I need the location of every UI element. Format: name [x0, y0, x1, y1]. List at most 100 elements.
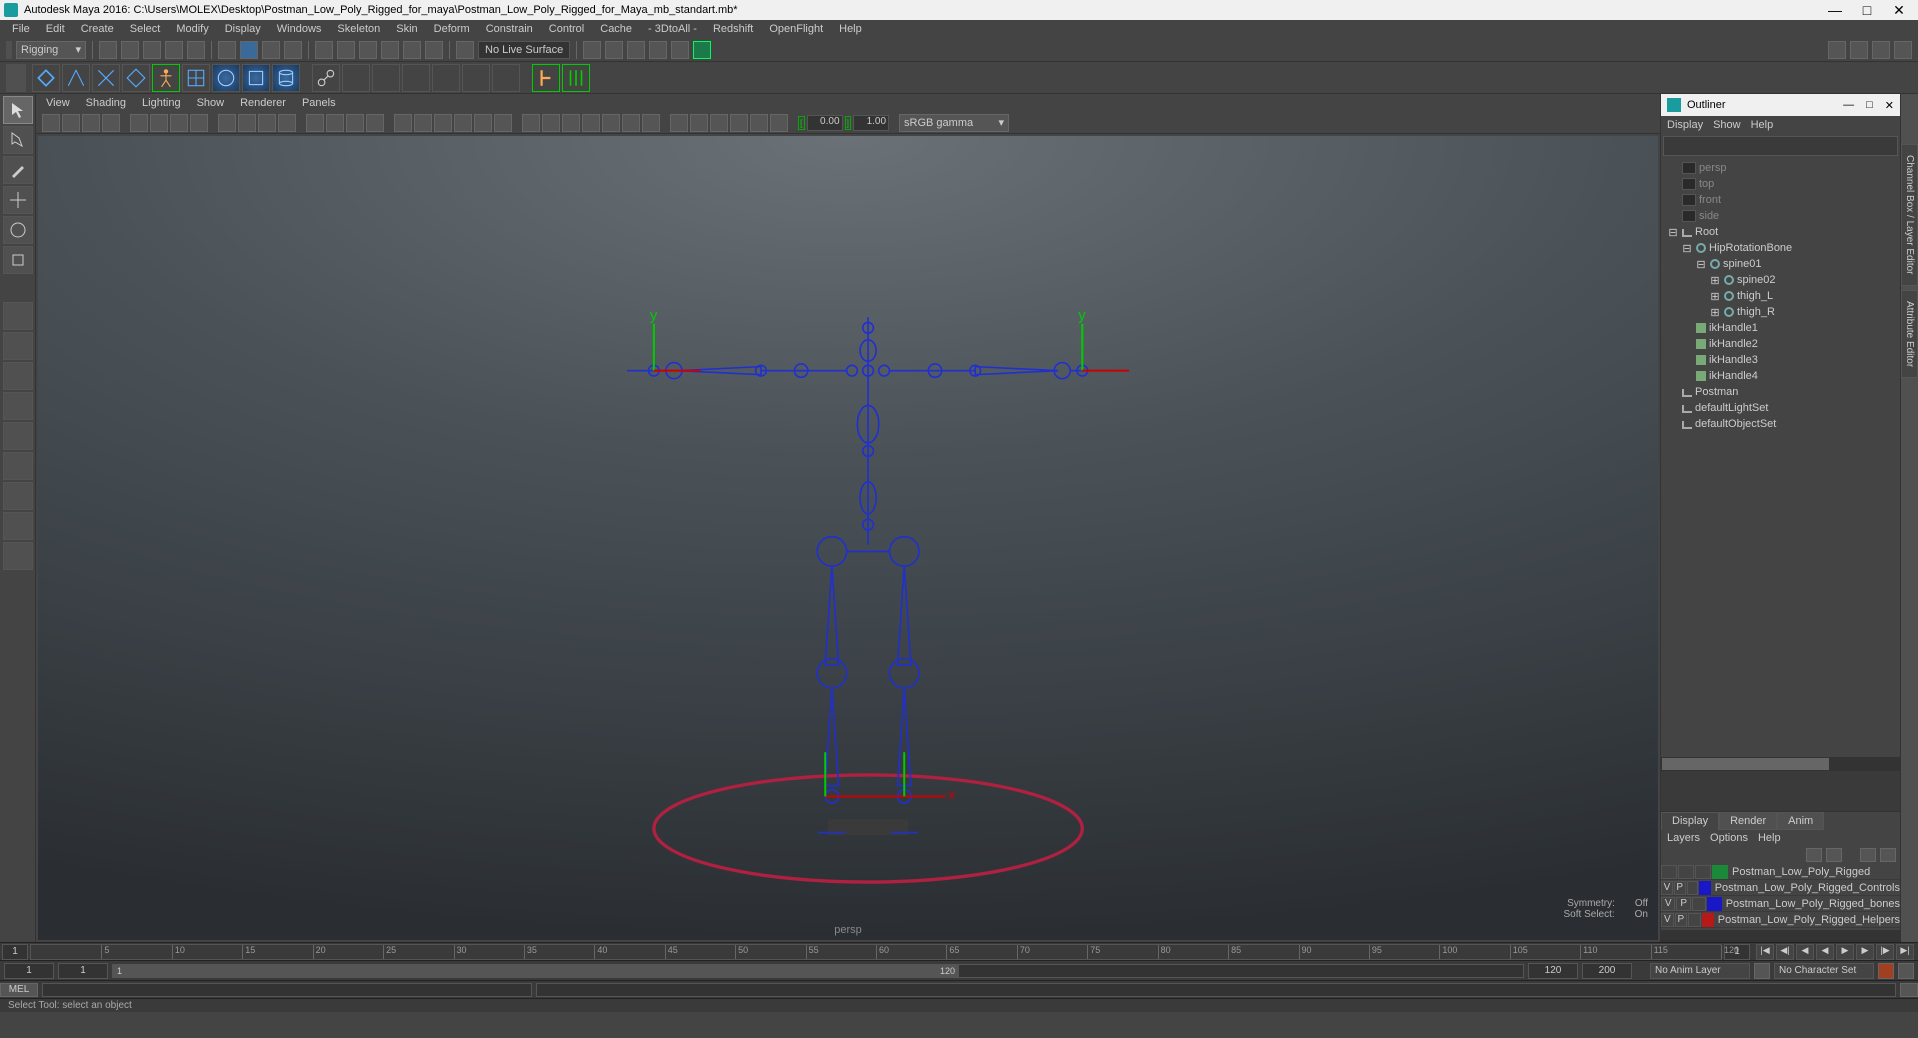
vp-icon[interactable]	[346, 114, 364, 132]
time-slider[interactable]: 1 51015202530354045505560657075808590951…	[0, 942, 1918, 960]
select-mask2-icon[interactable]	[284, 41, 302, 59]
playblast-icon[interactable]	[693, 41, 711, 59]
vp-icon[interactable]	[366, 114, 384, 132]
outliner-node[interactable]: ⊞spine02	[1661, 272, 1900, 288]
shelf-icon-1[interactable]	[32, 64, 60, 92]
expand-toggle[interactable]: ⊞	[1709, 306, 1721, 319]
toggle-channelbox-icon[interactable]	[1828, 41, 1846, 59]
maximize-button[interactable]: □	[1860, 3, 1874, 17]
new-scene-icon[interactable]	[99, 41, 117, 59]
outliner-max-button[interactable]: □	[1866, 99, 1873, 112]
vp-icon[interactable]	[278, 114, 296, 132]
layer-tab-render[interactable]: Render	[1719, 812, 1777, 830]
toggle-attr-editor-icon[interactable]	[1850, 41, 1868, 59]
lasso-tool[interactable]	[3, 126, 33, 154]
range-out-field[interactable]: 120	[1528, 963, 1578, 979]
shelf-blend-icon[interactable]	[432, 64, 460, 92]
menu-edit[interactable]: Edit	[40, 21, 71, 37]
outliner-node[interactable]: ikHandle3	[1661, 352, 1900, 368]
layer-row[interactable]: Postman_Low_Poly_Rigged	[1661, 864, 1900, 880]
layer-move-down-icon[interactable]	[1826, 848, 1842, 862]
time-ruler[interactable]: 5101520253035404550556065707580859095100…	[30, 944, 1722, 960]
layer-vis-toggle[interactable]	[1661, 865, 1677, 879]
side-tab[interactable]: Attribute Editor	[1901, 290, 1918, 378]
snap-curve-icon[interactable]	[337, 41, 355, 59]
layer-new-selected-icon[interactable]	[1880, 848, 1896, 862]
snap-plane-icon[interactable]	[381, 41, 399, 59]
script-language-toggle[interactable]: MEL	[0, 983, 38, 997]
outliner-close-button[interactable]: ✕	[1885, 99, 1894, 112]
menu-skeleton[interactable]: Skeleton	[331, 21, 386, 37]
layout-two-v-icon[interactable]	[3, 392, 33, 420]
shelf-sphere-icon[interactable]	[212, 64, 240, 92]
vp-icon[interactable]	[218, 114, 236, 132]
vp-icon[interactable]	[414, 114, 432, 132]
menu-help[interactable]: Help	[833, 21, 868, 37]
render-view-icon[interactable]	[671, 41, 689, 59]
range-track[interactable]: 1120	[112, 964, 1524, 978]
menu-constrain[interactable]: Constrain	[480, 21, 539, 37]
panel-menu-lighting[interactable]: Lighting	[138, 95, 185, 111]
layer-extra-toggle[interactable]	[1688, 913, 1701, 927]
paint-tool[interactable]	[3, 156, 33, 184]
outliner-node[interactable]: persp	[1661, 160, 1900, 176]
redo-icon[interactable]	[187, 41, 205, 59]
vp-icon[interactable]	[170, 114, 188, 132]
character-set-dropdown[interactable]: No Character Set	[1774, 963, 1874, 979]
shelf-ik-icon[interactable]	[342, 64, 370, 92]
outliner-node[interactable]: ⊟Root	[1661, 224, 1900, 240]
select-hilite-icon[interactable]	[240, 41, 258, 59]
outliner-node[interactable]: ikHandle4	[1661, 368, 1900, 384]
shelf-cylinder-icon[interactable]	[272, 64, 300, 92]
menu-display[interactable]: Display	[219, 21, 267, 37]
vp-icon[interactable]	[750, 114, 768, 132]
layout-persp-graph-icon[interactable]	[3, 452, 33, 480]
layer-type-toggle[interactable]: P	[1675, 913, 1688, 927]
outliner-node[interactable]: ikHandle1	[1661, 320, 1900, 336]
undo-icon[interactable]	[165, 41, 183, 59]
vp-icon[interactable]	[394, 114, 412, 132]
snap-live-icon[interactable]	[403, 41, 421, 59]
shelf-cluster-icon[interactable]	[462, 64, 490, 92]
command-input[interactable]	[42, 983, 532, 997]
outliner-node[interactable]: Postman	[1661, 384, 1900, 400]
outliner-titlebar[interactable]: Outliner —□✕	[1661, 94, 1900, 116]
vp-icon[interactable]	[258, 114, 276, 132]
outliner-menu-help[interactable]: Help	[1751, 119, 1774, 131]
menu-file[interactable]: File	[6, 21, 36, 37]
expand-toggle[interactable]: ⊟	[1681, 242, 1693, 255]
layer-extra-toggle[interactable]	[1692, 897, 1706, 911]
vp-icon[interactable]	[434, 114, 452, 132]
menu-cache[interactable]: Cache	[594, 21, 638, 37]
expand-toggle[interactable]: ⊟	[1695, 258, 1707, 271]
layer-new-empty-icon[interactable]	[1860, 848, 1876, 862]
outliner-node[interactable]: front	[1661, 192, 1900, 208]
vp-icon[interactable]	[102, 114, 120, 132]
vp-icon[interactable]	[770, 114, 788, 132]
layer-color-swatch[interactable]	[1712, 865, 1728, 879]
vp-icon[interactable]	[238, 114, 256, 132]
expand-toggle[interactable]: ⊞	[1709, 290, 1721, 303]
panel-menu-renderer[interactable]: Renderer	[236, 95, 290, 111]
layer-extra-toggle[interactable]	[1695, 865, 1711, 879]
vp-icon[interactable]	[542, 114, 560, 132]
layer-move-up-icon[interactable]	[1806, 848, 1822, 862]
vp-icon[interactable]	[474, 114, 492, 132]
rotate-tool[interactable]	[3, 216, 33, 244]
layer-extra-toggle[interactable]	[1687, 881, 1699, 895]
close-button[interactable]: ✕	[1892, 3, 1906, 17]
layer-color-swatch[interactable]	[1707, 897, 1721, 911]
vp-icon[interactable]	[150, 114, 168, 132]
outliner-node[interactable]: ⊞thigh_R	[1661, 304, 1900, 320]
menu-modify[interactable]: Modify	[170, 21, 214, 37]
vp-icon[interactable]	[62, 114, 80, 132]
menu-windows[interactable]: Windows	[271, 21, 328, 37]
layer-type-toggle[interactable]: P	[1676, 897, 1690, 911]
layer-menu-layers[interactable]: Layers	[1667, 832, 1700, 844]
vp-icon[interactable]	[454, 114, 472, 132]
play-backward-button[interactable]: ◀	[1816, 944, 1834, 960]
shelf-bracket2-icon[interactable]	[562, 64, 590, 92]
autokey-icon[interactable]	[1878, 963, 1894, 979]
layout-two-h-icon[interactable]	[3, 362, 33, 390]
panel-menu-shading[interactable]: Shading	[82, 95, 130, 111]
